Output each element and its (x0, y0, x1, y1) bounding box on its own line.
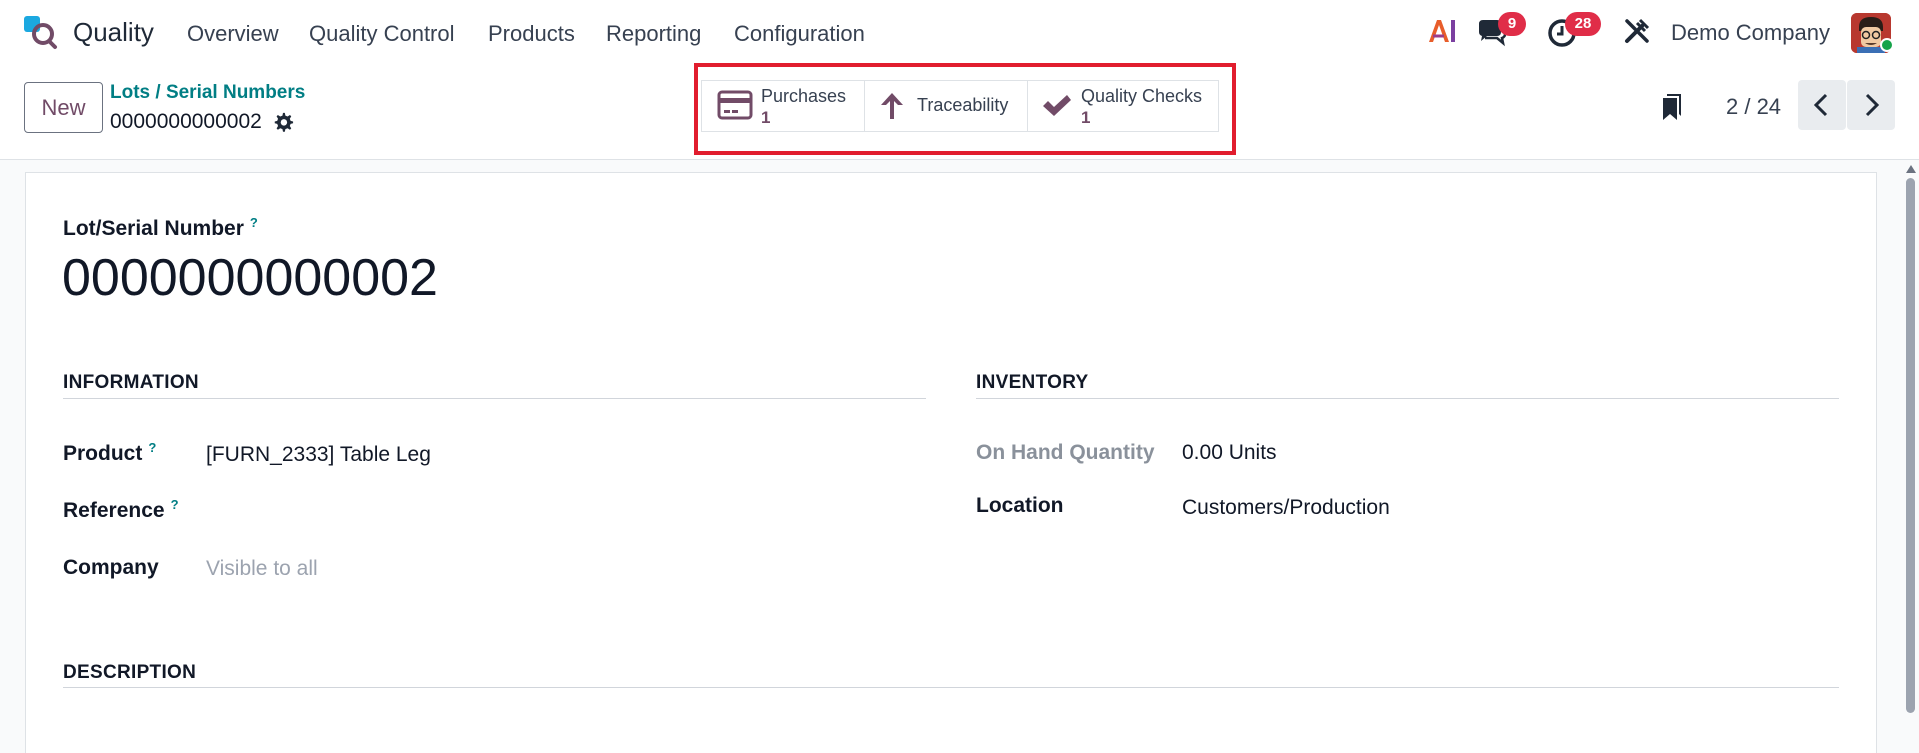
inventory-section-title: INVENTORY (976, 372, 1089, 393)
location-label: Location (976, 494, 1064, 517)
quality-app-logo[interactable] (22, 14, 58, 50)
menu-overview[interactable]: Overview (187, 21, 279, 47)
menu-products[interactable]: Products (488, 21, 575, 47)
product-field[interactable]: [FURN_2333] Table Leg (206, 443, 431, 467)
inventory-divider (976, 398, 1839, 399)
help-tooltip-icon[interactable]: ? (148, 440, 156, 455)
on-hand-quantity-value: 0.00 Units (1182, 441, 1277, 464)
lot-serial-number-label-text: Lot/Serial Number (63, 217, 244, 240)
chevron-right-icon (1865, 93, 1880, 117)
ai-icon[interactable] (1426, 14, 1460, 48)
company-label: Company (63, 556, 159, 579)
lot-serial-number-label: Lot/Serial Number? (63, 215, 258, 241)
on-hand-quantity-label: On Hand Quantity (976, 441, 1155, 464)
gear-icon[interactable] (272, 111, 294, 133)
online-status-dot (1880, 38, 1894, 52)
app-name[interactable]: Quality (73, 17, 154, 48)
bookmark-icon[interactable] (1661, 92, 1683, 122)
help-tooltip-icon[interactable]: ? (171, 497, 179, 512)
reference-label-text: Reference (63, 499, 165, 522)
menu-configuration[interactable]: Configuration (734, 21, 865, 47)
chevron-left-icon (1813, 93, 1828, 117)
location-field[interactable]: Customers/Production (1182, 496, 1390, 520)
tools-icon[interactable] (1622, 16, 1652, 46)
pager-value[interactable]: 2 / 24 (1726, 94, 1781, 120)
help-tooltip-icon[interactable]: ? (250, 215, 258, 230)
purchases-count: 1 (761, 108, 771, 127)
company-switcher[interactable]: Demo Company (1671, 20, 1830, 46)
quality-checks-count: 1 (1081, 108, 1091, 127)
activities-count-badge: 28 (1565, 12, 1601, 36)
traceability-label: Traceability (917, 95, 1009, 115)
quality-checks-smart-button[interactable]: Quality Checks 1 (1028, 81, 1218, 131)
breadcrumb-current-record: 0000000000002 (110, 110, 262, 133)
pager-previous-button[interactable] (1798, 80, 1846, 130)
smart-buttons-group: Purchases 1 Traceability Quality Checks … (701, 80, 1219, 132)
quality-checks-label: Quality Checks (1081, 86, 1203, 106)
product-label: Product? (63, 440, 156, 466)
information-divider (63, 398, 926, 399)
description-divider (63, 687, 1839, 688)
company-field[interactable]: Visible to all (206, 557, 318, 581)
arrow-up-icon (881, 93, 903, 119)
product-label-text: Product (63, 442, 143, 465)
breadcrumb-lots-serial-numbers[interactable]: Lots / Serial Numbers (110, 82, 305, 104)
description-section-title: DESCRIPTION (63, 662, 197, 683)
menu-quality-control[interactable]: Quality Control (309, 21, 455, 47)
messages-count-badge: 9 (1498, 12, 1526, 36)
scroll-up-arrow-icon[interactable] (1906, 165, 1916, 173)
scrollbar-thumb[interactable] (1906, 178, 1915, 713)
reference-label: Reference? (63, 497, 179, 523)
checkmark-icon (1043, 95, 1071, 116)
lot-serial-number-field[interactable]: 0000000000002 (62, 248, 438, 308)
pager-next-button[interactable] (1847, 80, 1895, 130)
new-button[interactable]: New (24, 82, 103, 133)
purchases-smart-button[interactable]: Purchases 1 (702, 81, 865, 131)
credit-card-icon (717, 90, 753, 120)
purchases-label: Purchases (761, 86, 847, 106)
information-section-title: INFORMATION (63, 372, 199, 393)
menu-reporting[interactable]: Reporting (606, 21, 701, 47)
top-navbar: Quality Overview Quality Control Product… (0, 0, 1919, 66)
traceability-smart-button[interactable]: Traceability (865, 81, 1028, 131)
